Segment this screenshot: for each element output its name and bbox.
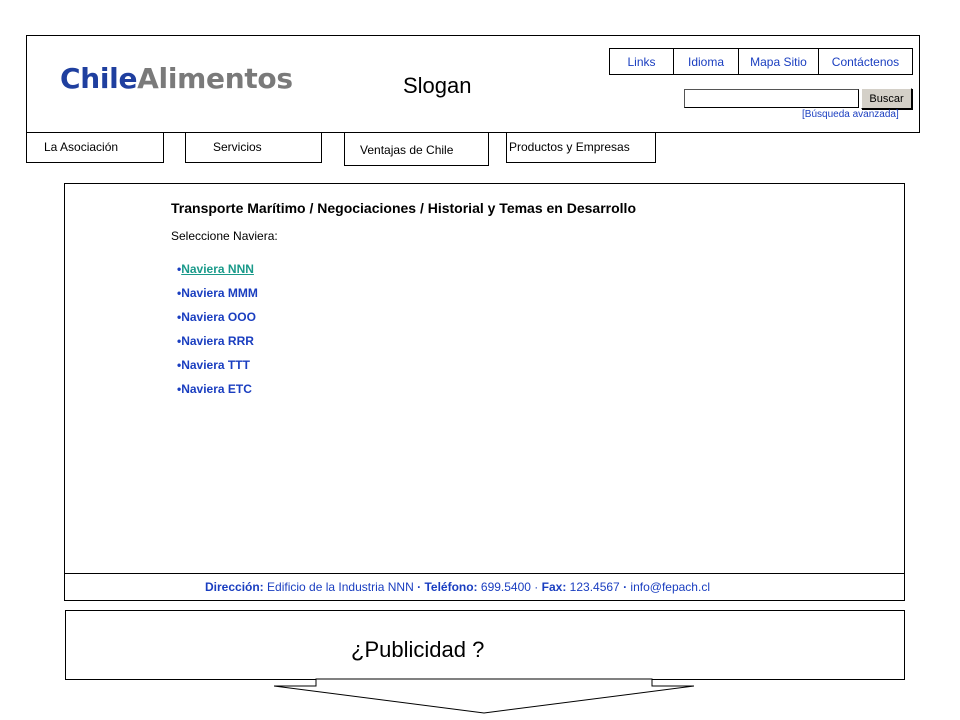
tab-label: Servicios xyxy=(213,140,262,154)
tab-label: Productos y Empresas xyxy=(509,140,630,154)
top-nav-links[interactable]: Links xyxy=(610,49,673,74)
fax-value: 123.4567 xyxy=(569,580,620,594)
naviera-item[interactable]: •Naviera NNN xyxy=(177,262,258,286)
naviera-item[interactable]: •Naviera ETC xyxy=(177,382,258,406)
logo-part-1: Chile xyxy=(60,62,138,95)
naviera-link[interactable]: Naviera ETC xyxy=(181,382,252,396)
naviera-list: •Naviera NNN •Naviera MMM •Naviera OOO •Nav… xyxy=(177,262,258,406)
telefono-label: Teléfono: xyxy=(424,580,478,594)
slogan: Slogan xyxy=(403,73,472,98)
tab-label: Ventajas de Chile xyxy=(360,143,454,157)
naviera-item[interactable]: •Naviera OOO xyxy=(177,310,258,334)
advanced-search-link[interactable]: [Búsqueda avanzada] xyxy=(802,109,899,120)
top-nav: Links Idioma Mapa Sitio Contáctenos xyxy=(609,48,913,75)
naviera-item[interactable]: •Naviera RRR xyxy=(177,334,258,358)
search-button[interactable]: Buscar xyxy=(861,88,912,109)
fax-label: Fax: xyxy=(541,580,567,594)
naviera-link[interactable]: Naviera RRR xyxy=(181,334,254,348)
direccion-label: Dirección: xyxy=(205,580,264,594)
naviera-link[interactable]: Naviera NNN xyxy=(181,262,254,276)
naviera-item[interactable]: •Naviera MMM xyxy=(177,286,258,310)
direccion-value: Edificio de la Industria NNN xyxy=(267,580,414,594)
naviera-link[interactable]: Naviera MMM xyxy=(181,286,258,300)
naviera-item[interactable]: •Naviera TTT xyxy=(177,358,258,382)
tab-la-asociacion[interactable]: La Asociación xyxy=(26,132,164,163)
tab-label: La Asociación xyxy=(44,140,119,154)
logo-part-2: Alimentos xyxy=(137,62,293,95)
telefono-value: 699.5400 xyxy=(480,580,531,594)
ad-text: ¿Publicidad ? xyxy=(351,637,485,662)
top-nav-mapa-sitio[interactable]: Mapa Sitio xyxy=(738,49,818,74)
naviera-link[interactable]: Naviera OOO xyxy=(181,310,256,324)
search-input[interactable] xyxy=(684,89,859,108)
top-nav-contactenos[interactable]: Contáctenos xyxy=(818,49,912,74)
select-naviera-label: Seleccione Naviera: xyxy=(171,229,278,243)
site-logo[interactable]: ChileAlimentos xyxy=(60,62,293,95)
naviera-link[interactable]: Naviera TTT xyxy=(181,358,250,372)
footer-contact: Dirección: Edificio de la Industria NNN … xyxy=(205,580,710,594)
page-title: Transporte Marítimo / Negociaciones / Hi… xyxy=(171,200,636,216)
top-nav-idioma[interactable]: Idioma xyxy=(673,49,738,74)
email-link[interactable]: info@fepach.cl xyxy=(630,580,710,594)
ad-banner[interactable] xyxy=(65,610,905,680)
down-arrow-icon xyxy=(274,678,694,714)
tab-ventajas-de-chile[interactable]: Ventajas de Chile xyxy=(344,132,489,166)
tab-servicios[interactable]: Servicios xyxy=(185,132,322,163)
tab-productos-y-empresas[interactable]: Productos y Empresas xyxy=(506,132,656,163)
